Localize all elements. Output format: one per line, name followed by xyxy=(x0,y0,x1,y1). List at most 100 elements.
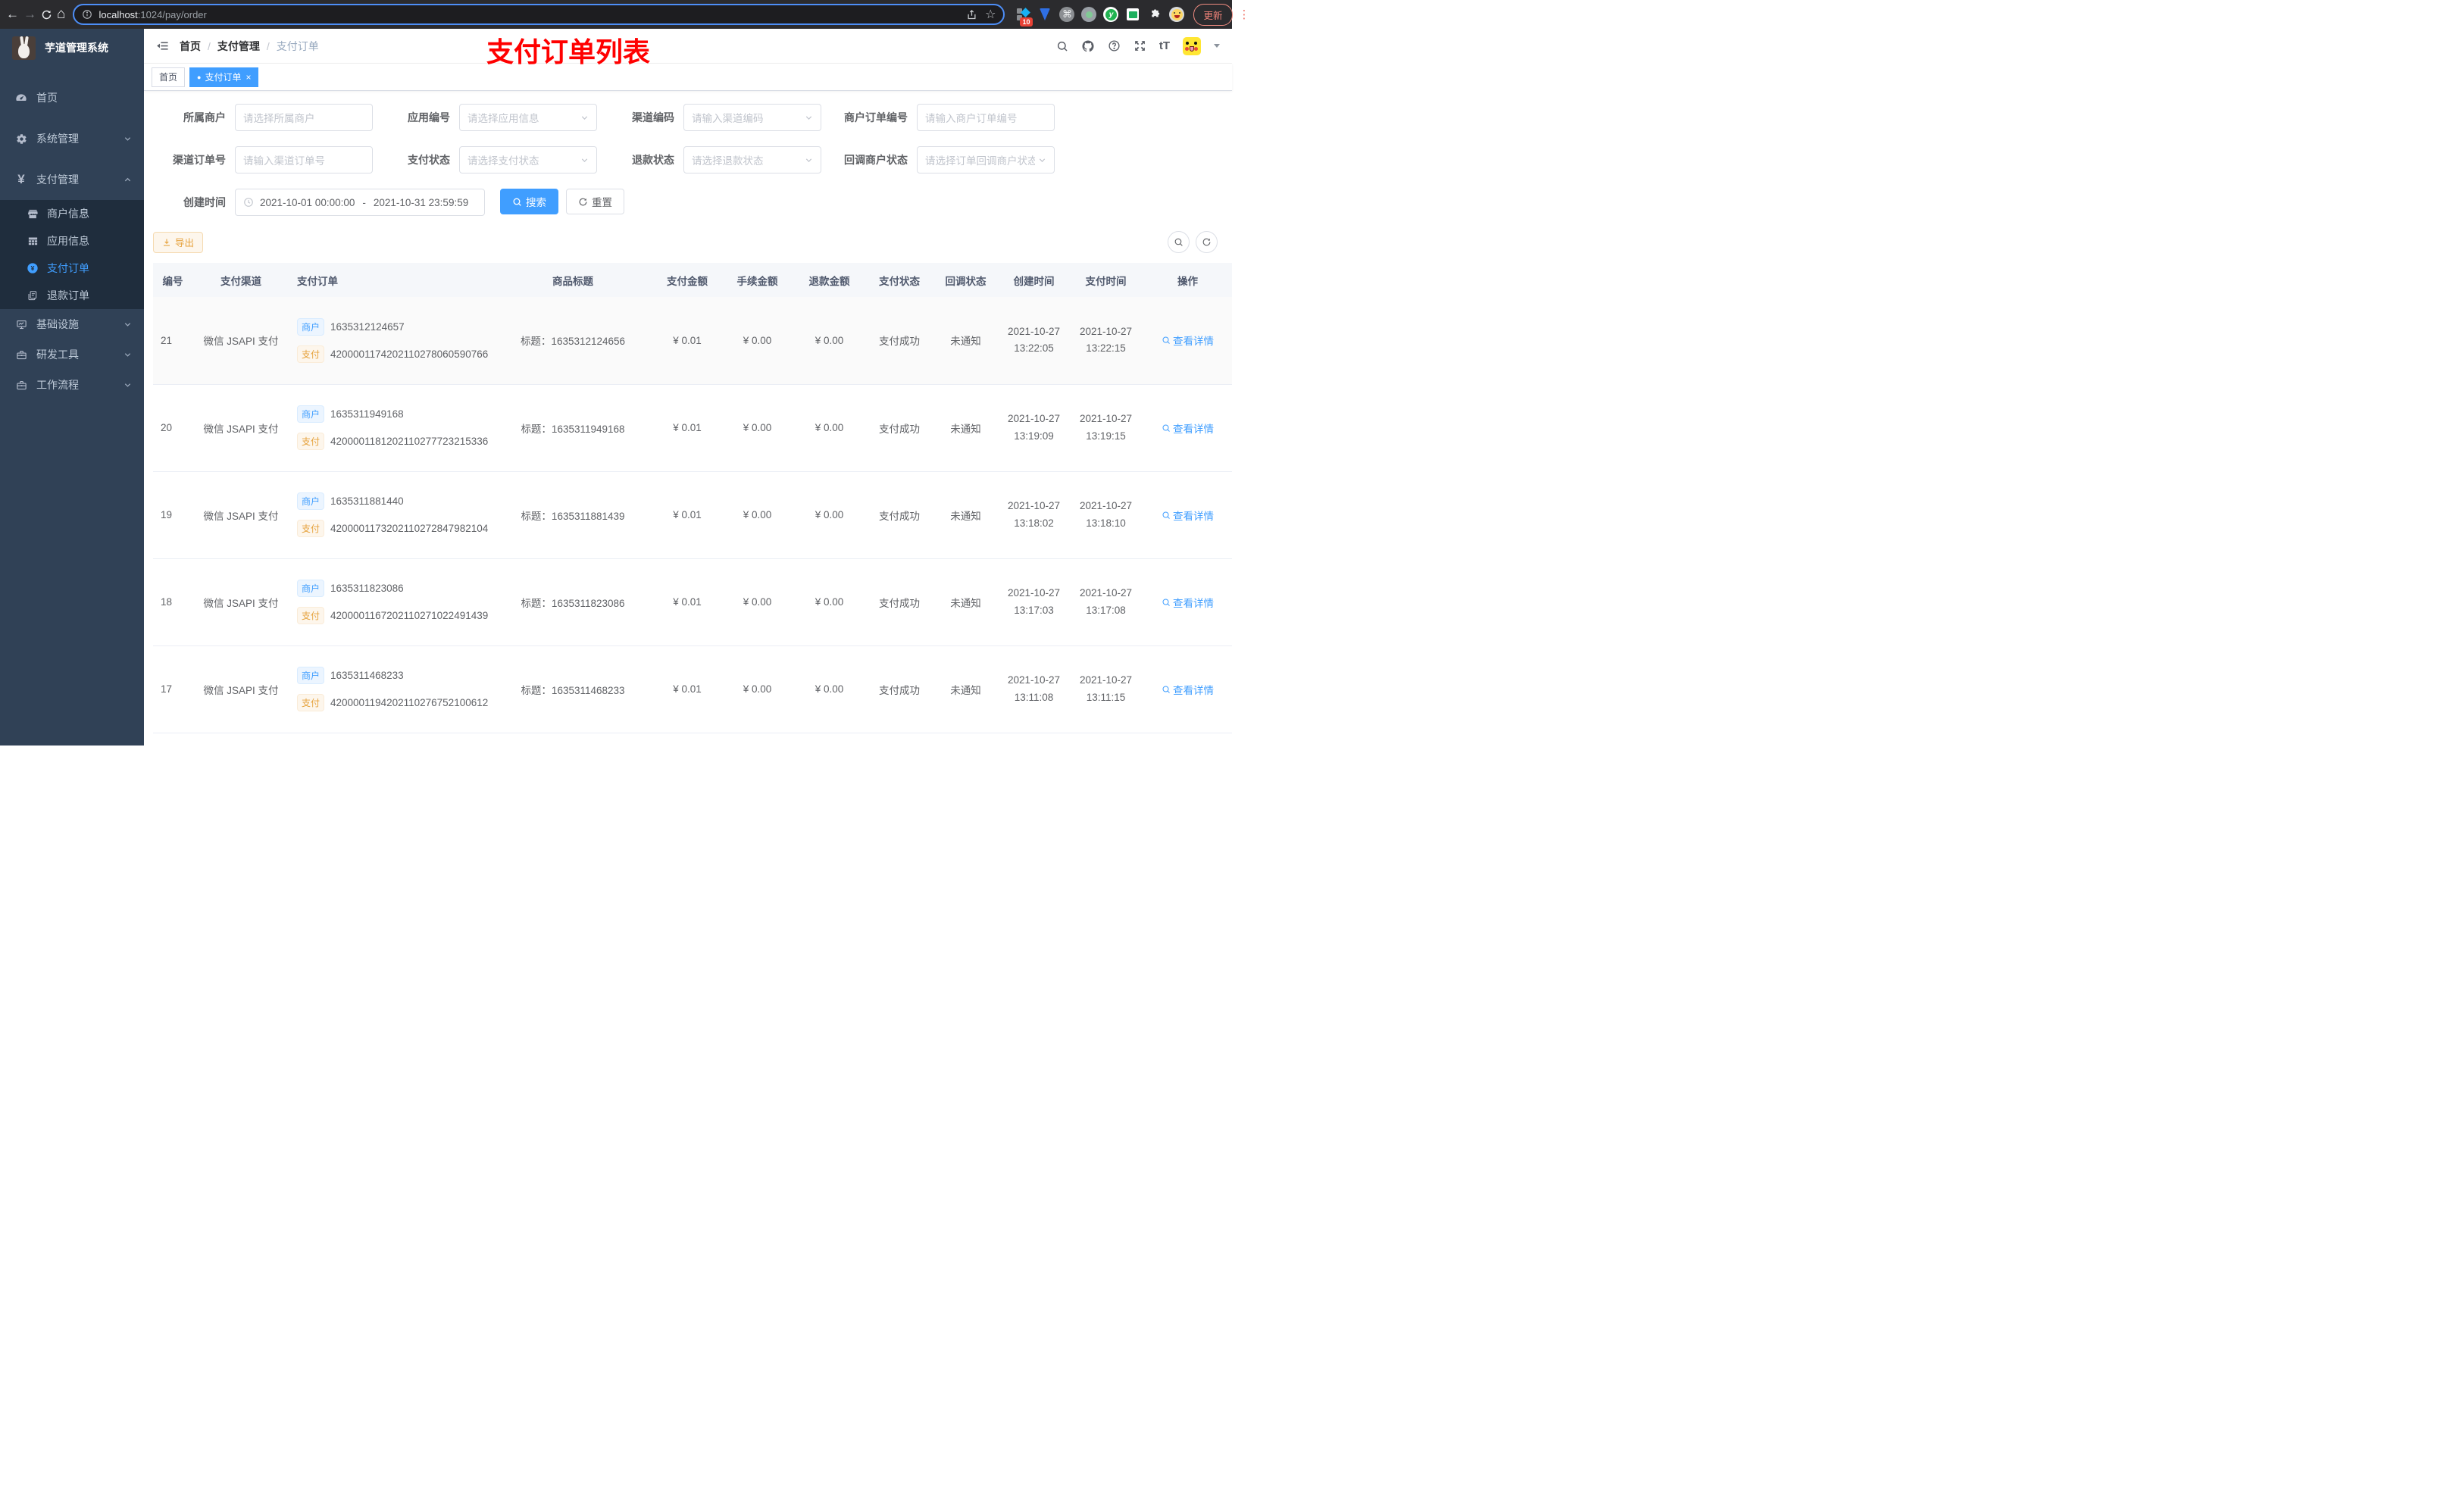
url-text: localhost:1024/pay/order xyxy=(98,8,207,20)
export-button[interactable]: 导出 xyxy=(153,231,204,253)
view-detail-link[interactable]: 查看详情 xyxy=(1162,682,1214,697)
sidebar-item-app-info[interactable]: 应用信息 xyxy=(0,227,144,255)
sidebar-item-devtools[interactable]: 研发工具 xyxy=(0,339,144,370)
tag-home[interactable]: 首页 xyxy=(152,67,186,87)
view-detail-link[interactable]: 查看详情 xyxy=(1162,333,1214,348)
chevron-down-icon xyxy=(124,351,132,359)
chevron-down-icon xyxy=(124,381,132,389)
col-pay-time: 支付时间 xyxy=(1070,263,1142,297)
breadcrumb: 首页 / 支付管理 / 支付订单 xyxy=(180,39,319,54)
pay-tag: 支付 xyxy=(297,520,325,537)
pay-tag: 支付 xyxy=(297,433,325,450)
extensions-puzzle-icon[interactable] xyxy=(1147,7,1162,22)
cell-pay-time: 2021-10-27 13:22:15 xyxy=(1070,297,1142,385)
app-title: 芋道管理系统 xyxy=(45,42,108,54)
extension-y-icon[interactable]: y xyxy=(1103,7,1119,22)
filter-label: 商户订单编号 xyxy=(844,111,908,123)
app-id-select[interactable]: 请选择应用信息 xyxy=(459,104,597,131)
table-row[interactable]: 18 微信 JSAPI 支付 商户 1635311823086 支付 4200001… xyxy=(153,558,1232,646)
dashboard-icon xyxy=(12,92,30,104)
col-actions: 操作 xyxy=(1142,263,1232,297)
table-row[interactable]: 21 微信 JSAPI 支付 商户 1635312124657 支付 4200001… xyxy=(153,297,1232,385)
browser-back-icon[interactable]: ← xyxy=(6,5,19,24)
breadcrumb-separator: / xyxy=(208,39,211,52)
cell-pay-order: 商户 1635311823086 支付 4200001167202110271022… xyxy=(289,558,492,646)
search-button[interactable]: 搜索 xyxy=(500,189,558,214)
tag-label: 支付订单 xyxy=(205,72,242,83)
avatar-caret-icon[interactable] xyxy=(1214,44,1220,48)
channel-code-select[interactable]: 请输入渠道编码 xyxy=(683,104,821,131)
cell-refund: ¥ 0.00 xyxy=(793,384,865,472)
toggle-search-button[interactable] xyxy=(1168,231,1190,253)
extension-record-icon[interactable] xyxy=(1081,7,1097,22)
browser-reload-icon[interactable] xyxy=(41,5,52,24)
cell-pay-order: 商户 1635311949168 支付 4200001181202110277723… xyxy=(289,384,492,472)
sidebar-item-label: 研发工具 xyxy=(36,349,79,361)
pay-submenu: 商户信息 应用信息 ¥ 支付订单 退款订单 xyxy=(0,200,144,309)
refund-status-select[interactable]: 请选择退款状态 xyxy=(683,146,821,173)
app-logo[interactable]: 芋道管理系统 xyxy=(0,29,144,67)
sidebar-item-pay-order[interactable]: ¥ 支付订单 xyxy=(0,255,144,282)
refresh-button[interactable] xyxy=(1196,231,1218,253)
breadcrumb-pay[interactable]: 支付管理 xyxy=(217,39,260,54)
merchant-order-no-input[interactable]: 请输入商户订单编号 xyxy=(917,104,1055,131)
sidebar-item-pay[interactable]: ¥ 支付管理 xyxy=(0,159,144,200)
merchant-input[interactable]: 请选择所属商户 xyxy=(235,104,373,131)
browser-forward-icon[interactable]: → xyxy=(23,5,36,24)
extension-command-icon[interactable]: ⌘ xyxy=(1059,7,1075,22)
extension-chat-icon[interactable] xyxy=(1125,7,1140,22)
sidebar-item-label: 商户信息 xyxy=(47,208,89,220)
browser-menu-icon[interactable]: ⋮ xyxy=(1239,8,1250,21)
fullscreen-icon[interactable] xyxy=(1134,39,1146,52)
col-create-time: 创建时间 xyxy=(998,263,1070,297)
cell-pay-order: 商户 1635312124657 支付 4200001174202110278060… xyxy=(289,297,492,385)
github-icon[interactable] xyxy=(1081,39,1095,53)
table-row[interactable]: 20 微信 JSAPI 支付 商户 1635311949168 支付 4200001… xyxy=(153,384,1232,472)
channel-order-no-input[interactable]: 请输入渠道订单号 xyxy=(235,146,373,173)
filter-label: 应用编号 xyxy=(408,111,450,123)
sidebar-item-infra[interactable]: 基础设施 xyxy=(0,309,144,339)
help-icon[interactable] xyxy=(1108,39,1121,52)
create-time-range-picker[interactable]: 2021-10-01 00:00:00 - 2021-10-31 23:59:5… xyxy=(235,189,485,216)
search-icon[interactable] xyxy=(1056,40,1068,52)
extension-gem-icon[interactable] xyxy=(1037,7,1052,22)
cell-refund: ¥ 0.00 xyxy=(793,645,865,733)
logo-rabbit-image xyxy=(12,36,36,60)
sidebar: 芋道管理系统 首页 系统管理 ¥ 支付管理 商户信息 应用信息 ¥ 支付订单 退… xyxy=(0,29,144,746)
sidebar-item-system[interactable]: 系统管理 xyxy=(0,118,144,159)
pay-status-select[interactable]: 请选择支付状态 xyxy=(459,146,597,173)
view-detail-link[interactable]: 查看详情 xyxy=(1162,420,1214,436)
view-detail-link[interactable]: 查看详情 xyxy=(1162,508,1214,523)
app-navbar: 首页 / 支付管理 / 支付订单 tT xyxy=(144,29,1232,64)
share-icon[interactable] xyxy=(966,9,977,20)
breadcrumb-home[interactable]: 首页 xyxy=(180,39,201,54)
table-row-partial[interactable]: 商户1635311151796 xyxy=(153,733,1232,746)
browser-update-button[interactable]: 更新 xyxy=(1193,3,1233,26)
sidebar-item-merchant-info[interactable]: 商户信息 xyxy=(0,200,144,227)
reset-button[interactable]: 重置 xyxy=(566,189,624,214)
cell-title: 标题：1635312124656 xyxy=(492,297,653,385)
cell-fee: ¥ 0.00 xyxy=(721,558,793,646)
cell-refund: ¥ 0.00 xyxy=(793,558,865,646)
extension-badge-icon[interactable]: 10 xyxy=(1015,7,1033,27)
tag-pay-order[interactable]: ● 支付订单 × xyxy=(189,67,259,87)
font-size-icon[interactable]: tT xyxy=(1159,39,1170,52)
cell-amount: ¥ 0.01 xyxy=(653,645,721,733)
user-avatar[interactable] xyxy=(1183,36,1201,55)
profile-avatar-icon[interactable] xyxy=(1169,7,1185,22)
sidebar-item-refund-order[interactable]: 退款订单 xyxy=(0,282,144,309)
view-detail-link[interactable]: 查看详情 xyxy=(1162,595,1214,610)
table-row[interactable]: 19 微信 JSAPI 支付 商户 1635311881440 支付 4200001… xyxy=(153,471,1232,559)
notify-status-select[interactable]: 请选择订单回调商户状态 xyxy=(917,146,1055,173)
bookmark-star-icon[interactable]: ☆ xyxy=(985,7,996,22)
table-row[interactable]: 17 微信 JSAPI 支付 商户 1635311468233 支付 4200001… xyxy=(153,645,1232,733)
merchant-tag: 商户 xyxy=(297,667,325,684)
sidebar-item-home[interactable]: 首页 xyxy=(0,77,144,118)
site-info-icon[interactable] xyxy=(82,9,92,20)
sidebar-fold-icon[interactable] xyxy=(156,39,169,52)
chevron-down-icon xyxy=(580,114,589,122)
tag-close-icon[interactable]: × xyxy=(245,72,251,83)
address-bar[interactable]: localhost:1024/pay/order ☆ xyxy=(73,4,1005,25)
browser-home-icon[interactable]: ⌂ xyxy=(57,5,65,24)
sidebar-item-workflow[interactable]: 工作流程 xyxy=(0,370,144,400)
